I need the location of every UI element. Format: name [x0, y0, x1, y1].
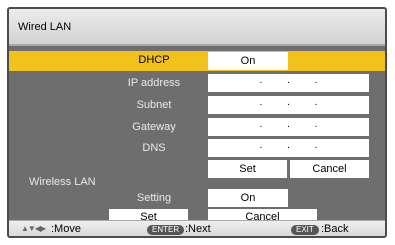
arrow-keys-icon: ▲▼◀▶: [21, 224, 46, 233]
gateway-field[interactable]: . . .: [208, 118, 369, 136]
subnet-label: Subnet: [136, 99, 172, 111]
dns-field[interactable]: . . .: [208, 139, 369, 157]
wireless-setting-field[interactable]: On: [208, 189, 288, 207]
wired-cancel-button[interactable]: Cancel: [290, 160, 369, 178]
ip-address-label: IP address: [127, 77, 181, 89]
gateway-label: Gateway: [132, 121, 176, 133]
move-hint-label: :Move: [51, 223, 81, 235]
wired-lan-dialog: Wired LAN DHCP On IP address . . . Subne…: [7, 7, 387, 238]
footer-hints: ▲▼◀▶ :Move ENTER :Next EXIT :Back: [9, 220, 385, 236]
dhcp-value-field[interactable]: On: [208, 52, 288, 70]
wireless-lan-section-title: Wireless LAN: [29, 176, 96, 188]
dialog-header: Wired LAN: [9, 9, 385, 46]
wireless-setting-label: Setting: [136, 192, 172, 204]
back-hint-label: :Back: [321, 223, 349, 235]
wired-set-button[interactable]: Set: [208, 160, 287, 178]
dialog-title: Wired LAN: [18, 21, 72, 33]
next-hint-label: :Next: [185, 223, 211, 235]
dhcp-row[interactable]: DHCP On: [9, 51, 385, 71]
enter-key-icon: ENTER: [147, 225, 185, 235]
dhcp-label: DHCP: [138, 54, 170, 66]
subnet-field[interactable]: . . .: [208, 96, 369, 114]
ip-address-field[interactable]: . . .: [208, 74, 369, 92]
dns-label: DNS: [142, 142, 166, 154]
exit-key-icon: EXIT: [291, 225, 319, 235]
